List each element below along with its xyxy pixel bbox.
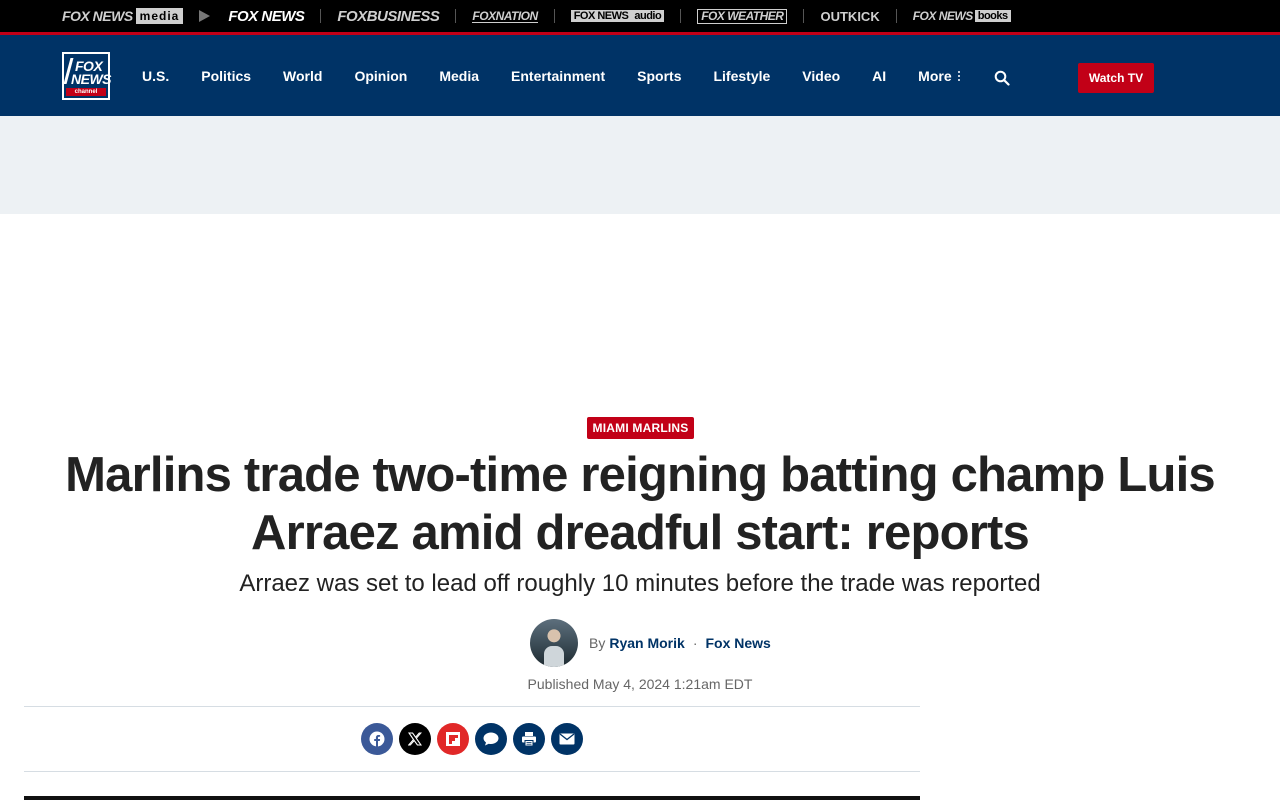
- share-flipboard-button[interactable]: [437, 723, 469, 755]
- brand-outkick[interactable]: OUTKICK: [820, 7, 879, 25]
- watch-tv-button[interactable]: Watch TV: [1078, 63, 1154, 93]
- brand-fox-news-audio[interactable]: FOX NEWS audio: [570, 7, 665, 25]
- nav-item-us[interactable]: U.S.: [142, 67, 169, 85]
- ad-banner: [0, 116, 1280, 214]
- divider: [455, 9, 457, 23]
- nav-item-media[interactable]: Media: [439, 67, 479, 85]
- logo-line-2: NEWS: [71, 71, 112, 87]
- nav-item-lifestyle[interactable]: Lifestyle: [713, 67, 770, 85]
- divider: [680, 9, 682, 23]
- divider: [895, 9, 897, 23]
- main-nav: U.S. Politics World Opinion Media Entert…: [142, 67, 960, 85]
- nav-item-entertainment[interactable]: Entertainment: [511, 67, 605, 85]
- divider: [320, 9, 322, 23]
- divider: [803, 9, 805, 23]
- email-icon: [559, 733, 575, 745]
- flipboard-icon: [446, 732, 460, 746]
- fox-news-logo[interactable]: FOX NEWS channel: [62, 52, 112, 100]
- share-facebook-button[interactable]: [361, 723, 393, 755]
- brand-fox-news-media[interactable]: FOX NEWS media: [60, 7, 184, 25]
- divider: [24, 771, 920, 772]
- nav-more-label: More: [918, 68, 952, 84]
- article-headline: Marlins trade two-time reigning batting …: [65, 448, 1216, 560]
- main-header: FOX NEWS channel U.S. Politics World Opi…: [0, 35, 1280, 116]
- byline-prefix: By: [589, 635, 606, 651]
- published-timestamp: Published May 4, 2024 1:21am EDT: [400, 675, 880, 693]
- search-icon[interactable]: [994, 70, 1010, 86]
- brand-fox-news-media-label: media: [135, 8, 184, 24]
- nav-item-ai[interactable]: AI: [872, 67, 886, 85]
- brand-fox-news-media-text: FOX NEWS: [62, 8, 133, 24]
- logo-line-3: channel: [66, 88, 106, 96]
- print-button[interactable]: [513, 723, 545, 755]
- brand-fox-news-books[interactable]: FOX NEWS books: [913, 7, 1011, 25]
- divider: [553, 9, 555, 23]
- brand-fox-news[interactable]: FOX NEWS: [228, 7, 305, 25]
- article-subheadline: Arraez was set to lead off roughly 10 mi…: [239, 570, 1041, 597]
- more-dots-icon: [957, 71, 960, 81]
- share-bar: [361, 723, 583, 755]
- brand-fox-news-audio-label: audio: [631, 10, 665, 22]
- comments-button[interactable]: [475, 723, 507, 755]
- print-icon: [522, 732, 536, 747]
- divider: [24, 706, 920, 707]
- author-name-link[interactable]: Ryan Morik: [609, 635, 684, 651]
- nav-more-button[interactable]: More: [918, 68, 960, 84]
- hero-image: [24, 796, 920, 800]
- share-email-button[interactable]: [551, 723, 583, 755]
- source-link[interactable]: Fox News: [705, 635, 770, 651]
- brand-fox-news-audio-text: FOX NEWS: [570, 10, 632, 22]
- nav-item-sports[interactable]: Sports: [637, 67, 681, 85]
- nav-item-world[interactable]: World: [283, 67, 322, 85]
- comment-icon: [483, 732, 499, 746]
- nav-item-video[interactable]: Video: [802, 67, 840, 85]
- author-avatar[interactable]: [530, 619, 578, 667]
- play-icon: [199, 10, 211, 22]
- category-eyebrow[interactable]: MIAMI MARLINS: [587, 417, 694, 439]
- published-label: Published: [527, 676, 590, 692]
- network-bar: FOX NEWS media FOX NEWS FOXBUSINESS FOXN…: [0, 0, 1280, 32]
- brand-fox-business[interactable]: FOXBUSINESS: [337, 7, 440, 25]
- published-date: May 4, 2024 1:21am EDT: [592, 676, 753, 692]
- share-x-button[interactable]: [399, 723, 431, 755]
- network-brands: FOX NEWS media FOX NEWS FOXBUSINESS FOXN…: [60, 7, 1011, 25]
- nav-item-opinion[interactable]: Opinion: [354, 67, 407, 85]
- brand-fox-news-books-label: books: [974, 10, 1011, 22]
- facebook-icon: [369, 731, 385, 747]
- byline: By Ryan Morik · Fox News: [530, 619, 771, 667]
- x-icon: [408, 732, 422, 746]
- nav-item-politics[interactable]: Politics: [201, 67, 251, 85]
- brand-fox-news-books-text: FOX NEWS: [912, 9, 974, 23]
- brand-fox-nation[interactable]: FOXNATION: [472, 9, 538, 23]
- brand-fox-weather[interactable]: FOX WEATHER: [697, 8, 788, 24]
- byline-separator: ·: [692, 635, 698, 651]
